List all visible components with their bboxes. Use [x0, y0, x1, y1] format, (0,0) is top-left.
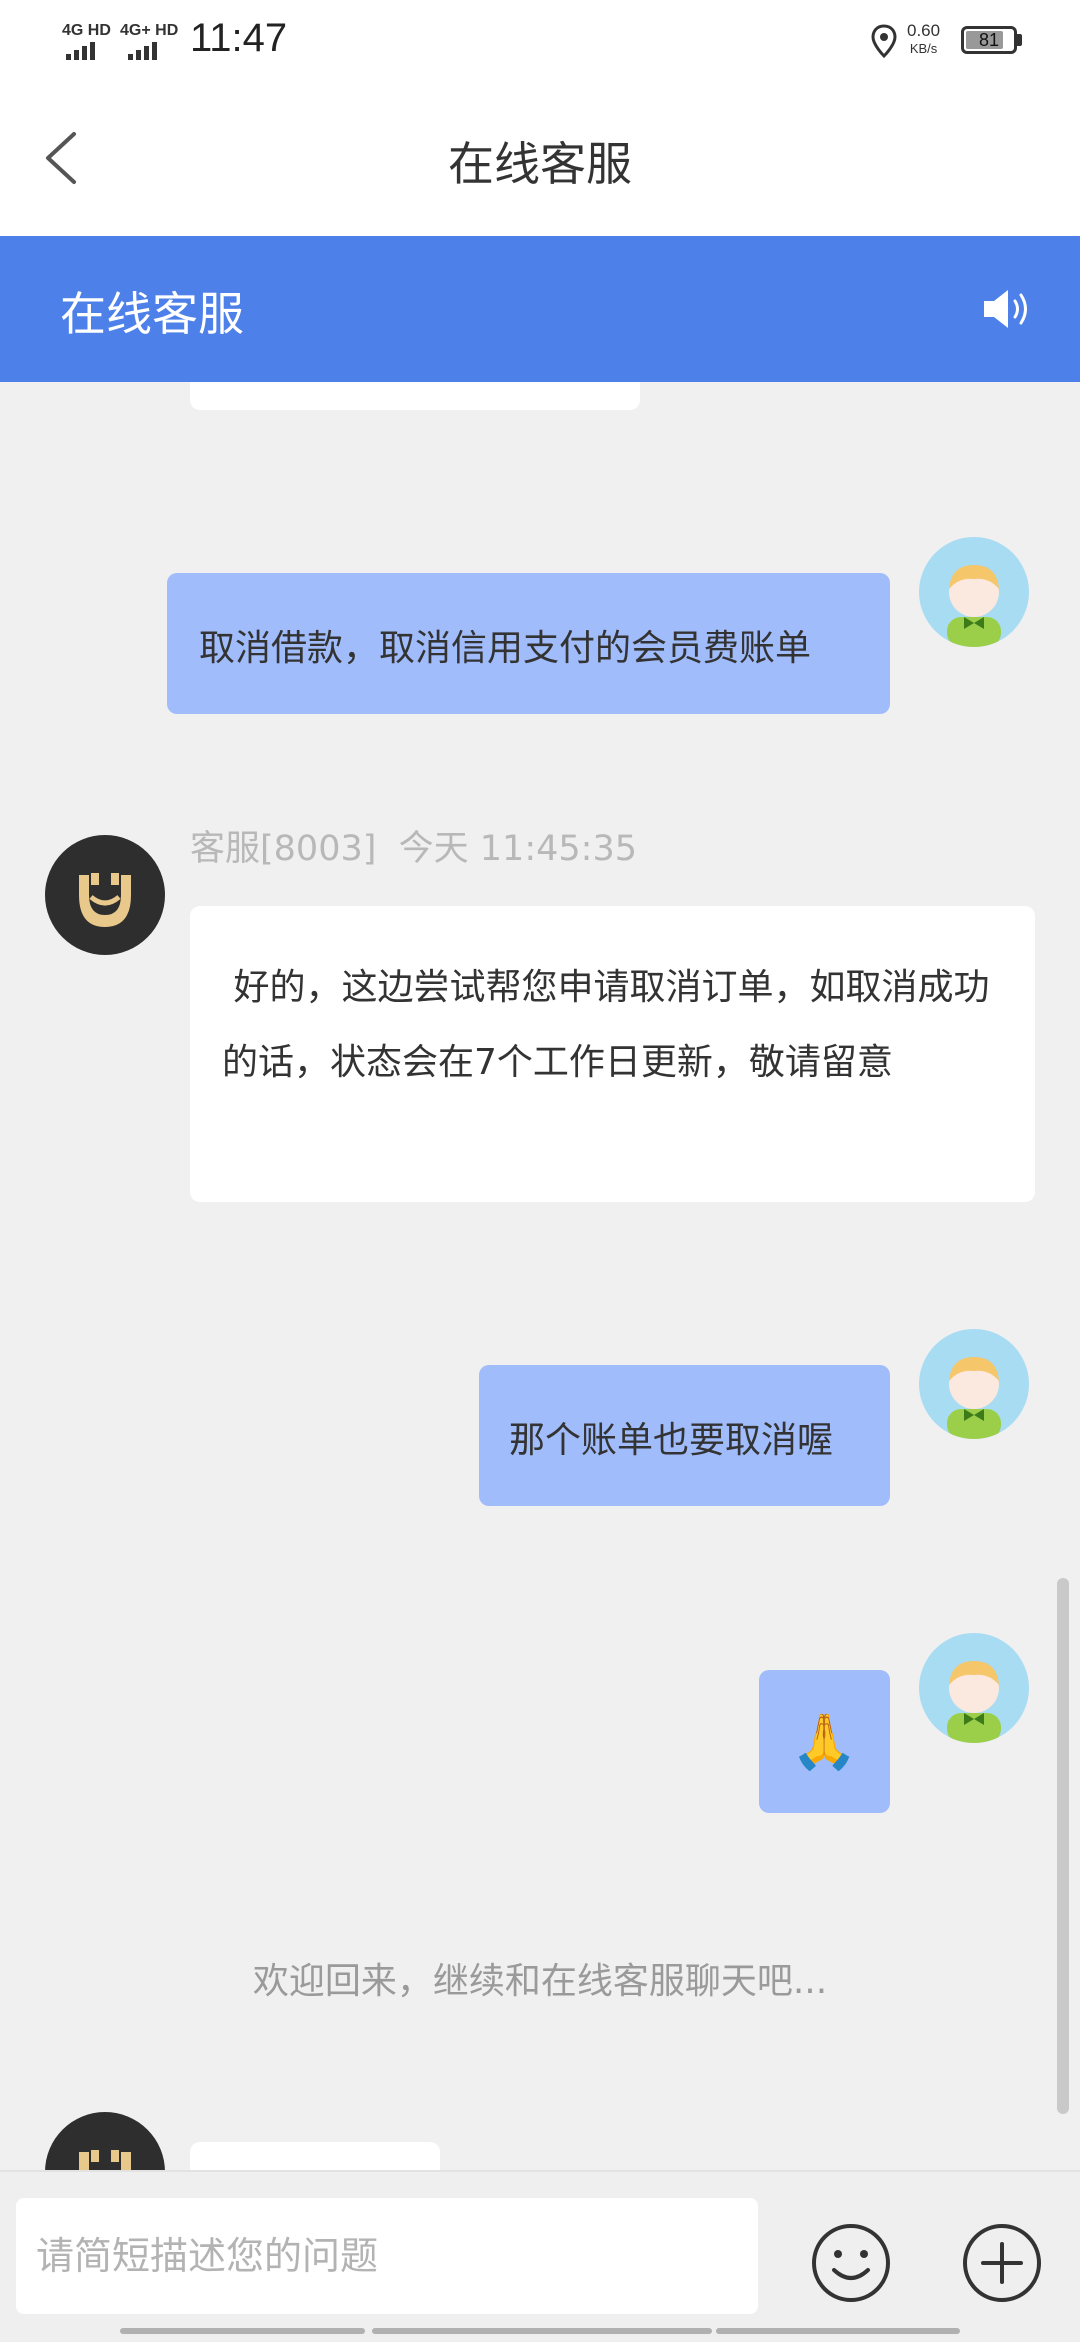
network-indicator-2: 4G+ HD	[120, 22, 178, 60]
gesture-bar-right	[716, 2328, 960, 2334]
smiley-icon[interactable]	[810, 2222, 892, 2304]
user-avatar[interactable]	[919, 1633, 1029, 1743]
speaker-icon[interactable]	[980, 286, 1036, 332]
message-text: 那个账单也要取消喔	[509, 1420, 834, 1461]
agent-name: 客服[8003]	[190, 829, 377, 869]
user-message-bubble: 取消借款，取消信用支付的会员费账单	[167, 573, 890, 714]
agent-avatar[interactable]	[45, 835, 165, 955]
page-title: 在线客服	[448, 137, 632, 191]
message-input[interactable]	[16, 2198, 758, 2314]
agent-logo-icon	[79, 873, 131, 927]
message-text: 好的，这边尝试帮您申请取消订单，如取消成功的话，状态会在7个工作日更新，敬请留意	[222, 967, 990, 1083]
user-avatar-icon	[947, 565, 1001, 647]
agent-message-bubble: 好的，这边尝试帮您申请取消订单，如取消成功的话，状态会在7个工作日更新，敬请留意	[190, 906, 1035, 1202]
chat-scrollbar[interactable]	[1057, 1578, 1069, 2114]
user-avatar[interactable]	[919, 1329, 1029, 1439]
battery-tip	[1017, 34, 1022, 46]
user-avatar-icon	[947, 1357, 1001, 1439]
network-speed: 0.60 KB/s	[907, 21, 941, 57]
gesture-bar-center	[372, 2328, 712, 2334]
message-text: 取消借款，取消信用支付的会员费账单	[199, 628, 812, 669]
signal-bars-icon	[66, 42, 95, 60]
message-time: 今天 11:45:35	[398, 829, 637, 869]
signal-bars-icon	[128, 42, 157, 60]
network-indicator-1: 4G HD	[62, 22, 111, 60]
battery-level: 81	[978, 30, 1000, 50]
battery-icon: 81	[961, 26, 1017, 54]
welcome-message: 欢迎回来，继续和在线客服聊天吧...	[252, 1961, 828, 2002]
user-avatar-icon	[947, 1661, 1001, 1743]
gesture-bar-left	[120, 2328, 365, 2334]
user-message-bubble: 🙏	[759, 1670, 890, 1813]
plus-circle-icon[interactable]	[961, 2222, 1043, 2304]
folded-hands-emoji: 🙏	[790, 1710, 859, 1773]
user-message-bubble: 那个账单也要取消喔	[479, 1365, 890, 1506]
chat-header-title: 在线客服	[60, 287, 244, 341]
location-icon	[871, 24, 897, 58]
clock: 11:47	[190, 16, 288, 60]
user-avatar[interactable]	[919, 537, 1029, 647]
agent-message-meta: 客服[8003] 今天 11:45:35	[190, 820, 637, 871]
